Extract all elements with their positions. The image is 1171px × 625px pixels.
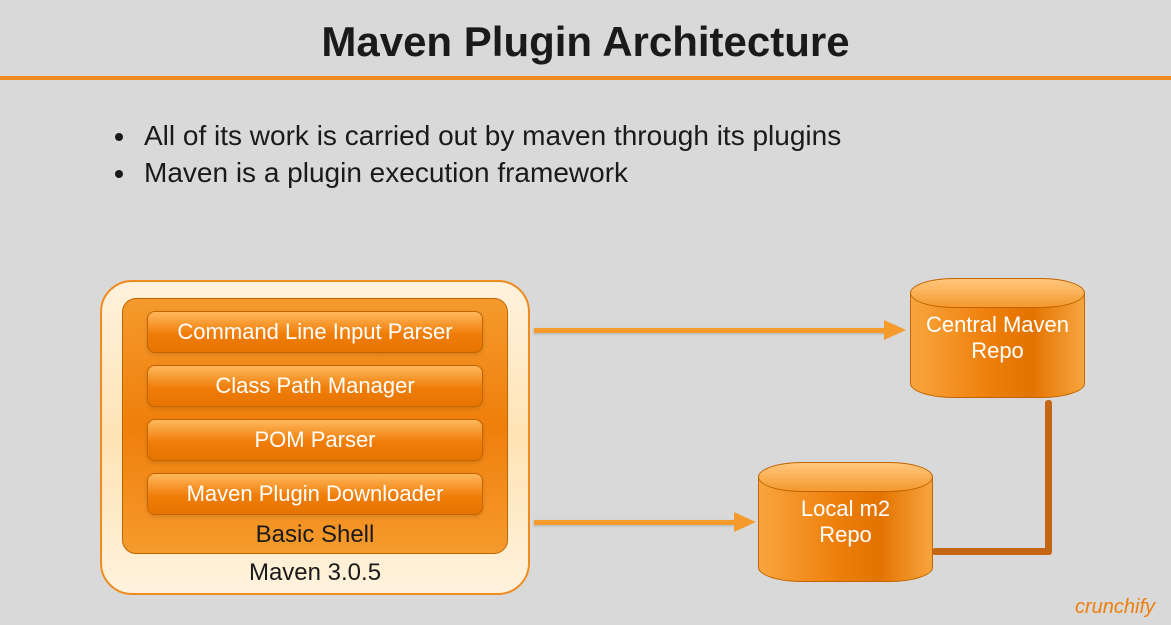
local-repo-label: Local m2 Repo [758,496,933,549]
arrow-to-central-line [534,328,884,333]
bullet-list: All of its work is carried out by maven … [110,118,1171,190]
local-repo-line1: Local m2 [801,496,890,521]
maven-version-label: Maven 3.0.5 [102,559,528,587]
arrow-to-local-head-icon [734,512,756,532]
local-repo-line2: Repo [819,522,872,547]
central-repo-line2: Repo [971,338,1024,363]
central-repo-cylinder: Central Maven Repo [910,278,1085,398]
slide: Maven Plugin Architecture All of its wor… [0,0,1171,625]
cylinder-lid-icon [910,278,1085,308]
bullet-item: All of its work is carried out by maven … [138,118,1171,153]
arrow-to-central-head-icon [884,320,906,340]
arrow-to-local-line [534,520,734,525]
component-plugin-downloader: Maven Plugin Downloader [147,473,483,515]
component-pom-parser: POM Parser [147,419,483,461]
component-cli-parser: Command Line Input Parser [147,311,483,353]
basic-shell-box: Command Line Input Parser Class Path Man… [122,298,508,554]
basic-shell-label: Basic Shell [123,521,507,549]
title-divider [0,76,1171,80]
component-classpath-manager: Class Path Manager [147,365,483,407]
central-repo-label: Central Maven Repo [910,312,1085,365]
component-stack: Command Line Input Parser Class Path Man… [147,311,483,527]
repo-connector-vertical [1045,400,1052,555]
repo-connector-horizontal [932,548,1050,555]
bullet-item: Maven is a plugin execution framework [138,155,1171,190]
central-repo-line1: Central Maven [926,312,1069,337]
maven-container: Command Line Input Parser Class Path Man… [100,280,530,595]
slide-title: Maven Plugin Architecture [0,0,1171,76]
local-repo-cylinder: Local m2 Repo [758,462,933,582]
watermark-text: crunchify [1075,596,1155,619]
cylinder-lid-icon [758,462,933,492]
